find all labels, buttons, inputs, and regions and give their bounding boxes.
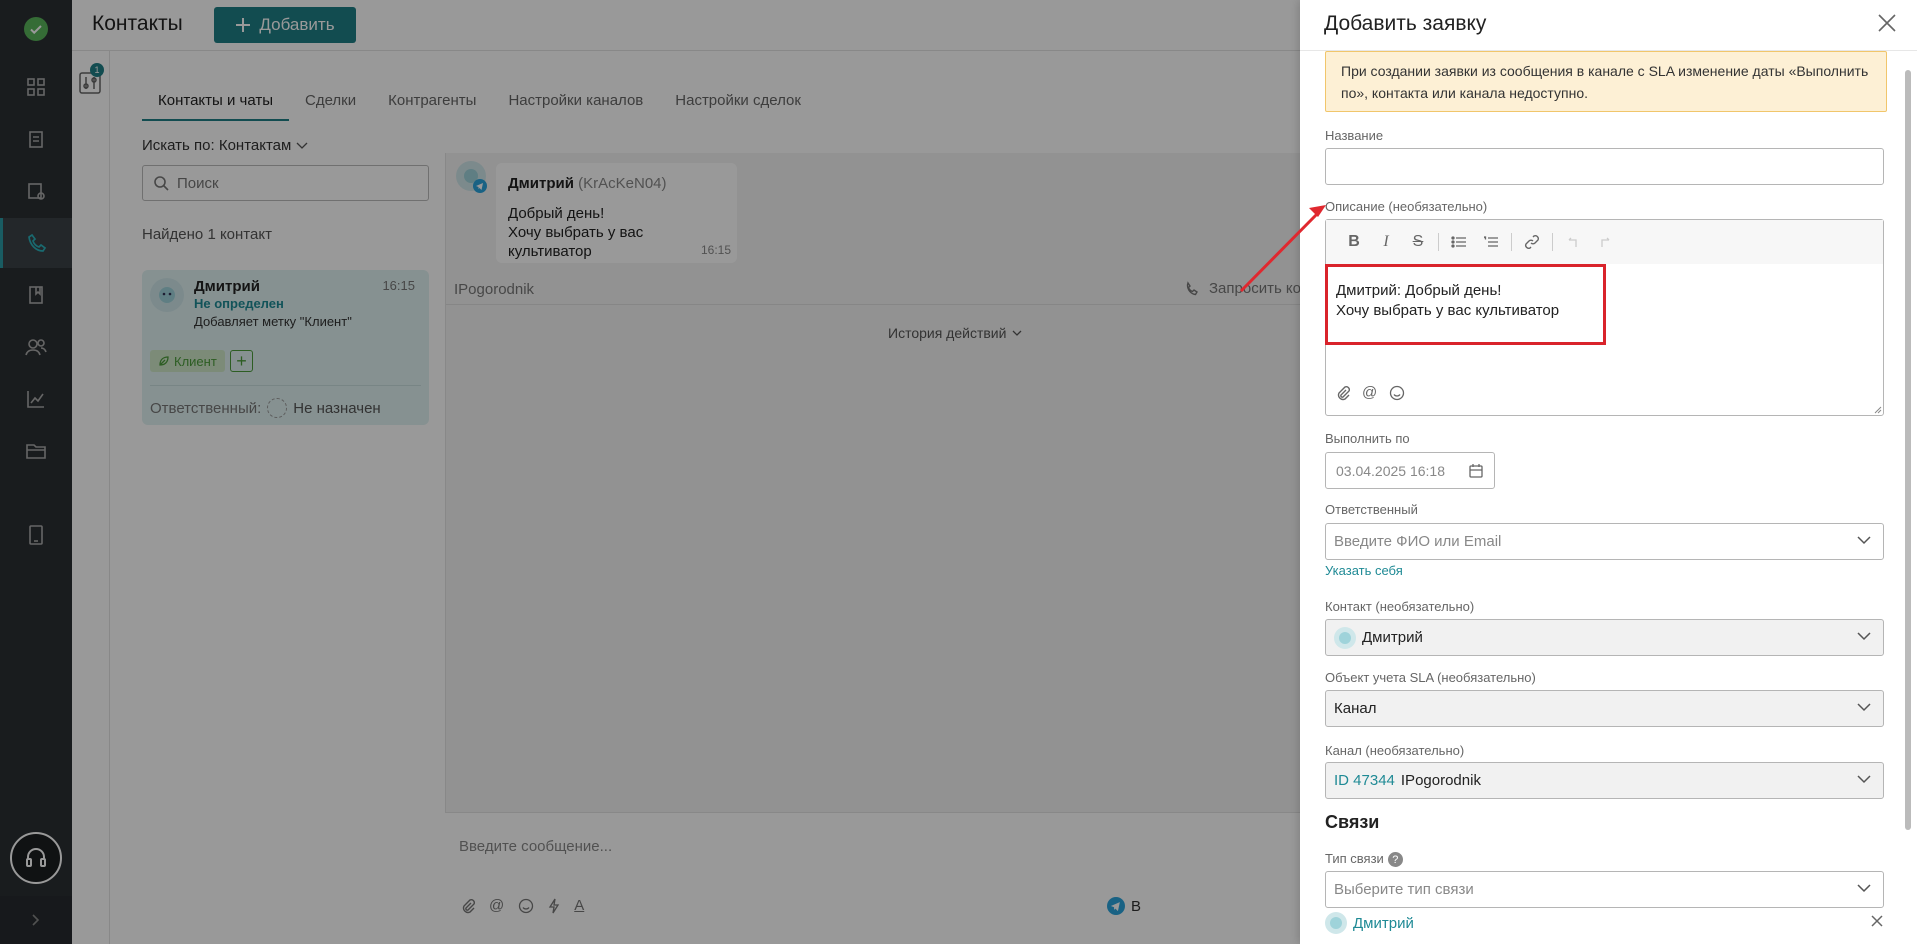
undo-icon[interactable] xyxy=(1557,226,1589,258)
strikethrough-icon[interactable]: S xyxy=(1402,226,1434,258)
responsible-select[interactable]: Введите ФИО или Email xyxy=(1325,523,1884,560)
chevron-down-icon xyxy=(1857,775,1871,784)
contact-value: Дмитрий xyxy=(1362,629,1423,646)
panel-title: Добавить заявку xyxy=(1324,12,1487,35)
link-type-select[interactable]: Выберите тип связи xyxy=(1325,871,1884,908)
due-date-value: 03.04.2025 16:18 xyxy=(1336,462,1445,479)
contact-label: Контакт (необязательно) xyxy=(1325,599,1475,614)
sla-value: Канал xyxy=(1334,700,1377,717)
italic-icon[interactable]: I xyxy=(1370,226,1402,258)
due-label: Выполнить по xyxy=(1325,431,1410,446)
chevron-down-icon xyxy=(1857,884,1871,893)
assign-self-link[interactable]: Указать себя xyxy=(1325,563,1403,578)
responsible-placeholder: Введите ФИО или Email xyxy=(1334,533,1502,550)
panel-header: Добавить заявку xyxy=(1300,0,1917,51)
panel-scrollbar[interactable] xyxy=(1904,62,1912,940)
channel-value: IPogorodnik xyxy=(1400,772,1481,789)
contact-select[interactable]: Дмитрий xyxy=(1325,619,1884,656)
toolbar-divider xyxy=(1511,233,1512,251)
bold-icon[interactable]: B xyxy=(1338,226,1370,258)
linked-contact-name[interactable]: Дмитрий xyxy=(1353,915,1414,932)
link-type-label-text: Тип связи xyxy=(1325,851,1384,866)
sla-label: Объект учета SLA (необязательно) xyxy=(1325,670,1536,685)
bullet-list-icon[interactable] xyxy=(1443,226,1475,258)
due-date-input[interactable]: 03.04.2025 16:18 xyxy=(1325,452,1495,489)
chevron-down-icon xyxy=(1857,703,1871,712)
highlight-box xyxy=(1325,264,1606,345)
emoji-icon[interactable] xyxy=(1389,385,1405,401)
resize-handle[interactable] xyxy=(1872,404,1882,414)
toolbar-divider xyxy=(1552,233,1553,251)
links-section-title: Связи xyxy=(1325,812,1380,832)
linked-contact-row: Дмитрий xyxy=(1325,912,1884,934)
chevron-down-icon xyxy=(1857,632,1871,641)
editor-toolbar: B I S xyxy=(1326,220,1883,264)
sla-notice: При создании заявки из сообщения в канал… xyxy=(1325,51,1887,112)
avatar xyxy=(1334,626,1356,649)
channel-id: ID 47344 xyxy=(1334,772,1395,789)
description-label: Описание (необязательно) xyxy=(1325,199,1488,214)
mention-icon[interactable]: @ xyxy=(1362,384,1377,401)
editor-bottom-tools: @ xyxy=(1336,384,1405,401)
modal-overlay[interactable] xyxy=(0,0,1300,944)
remove-icon[interactable] xyxy=(1870,914,1884,928)
channel-label: Канал (необязательно) xyxy=(1325,743,1465,758)
numbered-list-icon[interactable] xyxy=(1475,226,1507,258)
link-type-placeholder: Выберите тип связи xyxy=(1334,881,1474,898)
toolbar-divider xyxy=(1438,233,1439,251)
channel-select[interactable]: ID 47344 IPogorodnik xyxy=(1325,762,1884,799)
link-icon[interactable] xyxy=(1516,226,1548,258)
chevron-down-icon xyxy=(1857,536,1871,545)
link-type-label: Тип связи? xyxy=(1325,851,1403,868)
close-icon[interactable] xyxy=(1877,13,1897,33)
attach-icon[interactable] xyxy=(1336,385,1350,401)
name-label: Название xyxy=(1325,128,1384,143)
sla-select[interactable]: Канал xyxy=(1325,690,1884,727)
redo-icon[interactable] xyxy=(1589,226,1621,258)
name-input[interactable] xyxy=(1325,148,1884,185)
add-request-panel: Добавить заявку При создании заявки из с… xyxy=(1300,0,1917,944)
help-icon[interactable]: ? xyxy=(1387,852,1403,868)
responsible-label: Ответственный xyxy=(1325,502,1418,517)
avatar xyxy=(1325,912,1347,934)
calendar-icon xyxy=(1469,463,1483,478)
